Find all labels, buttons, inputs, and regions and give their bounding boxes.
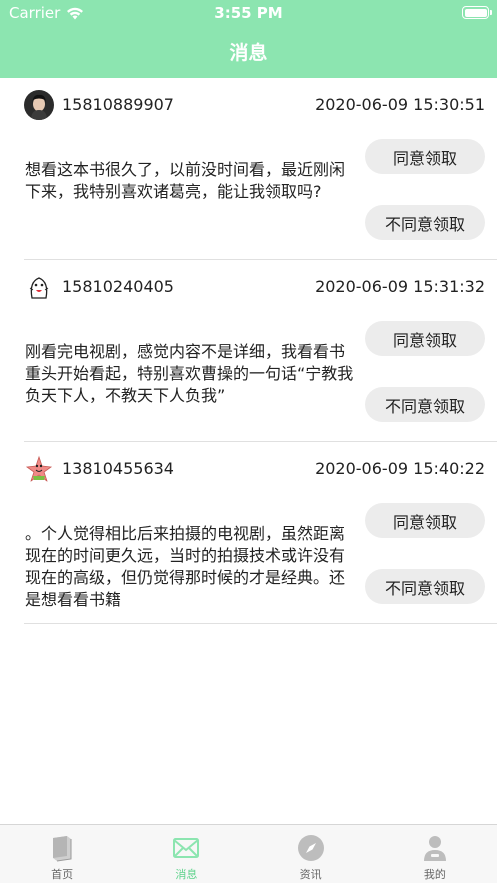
book-icon	[53, 836, 72, 862]
avatar-cartoon-icon	[24, 272, 54, 302]
message-list: 15810889907 2020-06-09 15:30:51 想看这本书很久了…	[0, 78, 497, 624]
status-time: 3:55 PM	[214, 4, 283, 22]
agree-button[interactable]: 同意领取	[365, 321, 485, 356]
message-timestamp: 2020-06-09 15:30:51	[315, 95, 485, 114]
tab-news[interactable]: 资讯	[249, 825, 373, 883]
sender-phone: 13810455634	[62, 459, 174, 478]
sender-phone: 15810240405	[62, 277, 174, 296]
message-timestamp: 2020-06-09 15:40:22	[315, 459, 485, 478]
tab-label-home: 首页	[51, 868, 74, 881]
tab-label-news: 资讯	[299, 868, 322, 881]
avatar-photo-icon	[24, 90, 54, 120]
avatar	[24, 454, 54, 484]
avatar-starfish-icon	[24, 454, 54, 484]
message-item: 15810240405 2020-06-09 15:31:32 刚看完电视剧，感…	[24, 260, 497, 442]
message-timestamp: 2020-06-09 15:31:32	[315, 277, 485, 296]
message-text: 想看这本书很久了，以前没时间看，最近刚闲下来，我特别喜欢诸葛亮，能让我领取吗?	[25, 160, 346, 201]
tab-bar: 首页 消息 资讯 我的	[0, 824, 497, 883]
message-text: 刚看完电视剧，感觉内容不是详细，我看看书重头开始看起，特别喜欢曹操的一句话“宁教…	[25, 342, 354, 405]
person-icon	[423, 836, 446, 861]
agree-button[interactable]: 同意领取	[365, 503, 485, 538]
mail-icon	[173, 838, 200, 858]
disagree-button[interactable]: 不同意领取	[365, 569, 485, 604]
status-bar: Carrier 3:55 PM	[0, 0, 497, 26]
message-item: 15810889907 2020-06-09 15:30:51 想看这本书很久了…	[24, 78, 497, 260]
tab-profile[interactable]: 我的	[373, 825, 497, 883]
message-text: 。个人觉得相比后来拍摄的电视剧，虽然距离现在的时间更久远，当时的拍摄技术或许没有…	[25, 524, 346, 609]
avatar	[24, 90, 54, 120]
agree-button[interactable]: 同意领取	[365, 139, 485, 174]
tab-label-profile: 我的	[423, 868, 446, 881]
sender-phone: 15810889907	[62, 95, 174, 114]
avatar	[24, 272, 54, 302]
compass-icon	[297, 835, 324, 861]
page-title: 消息	[229, 42, 268, 64]
disagree-button[interactable]: 不同意领取	[365, 387, 485, 422]
battery-icon	[462, 6, 492, 19]
tab-home[interactable]: 首页	[0, 825, 124, 883]
message-item: 13810455634 2020-06-09 15:40:22 。个人觉得相比后…	[24, 442, 497, 624]
tab-label-messages: 消息	[175, 868, 198, 881]
disagree-button[interactable]: 不同意领取	[365, 205, 485, 240]
nav-bar: 消息	[0, 26, 497, 78]
tab-messages[interactable]: 消息	[124, 825, 248, 883]
